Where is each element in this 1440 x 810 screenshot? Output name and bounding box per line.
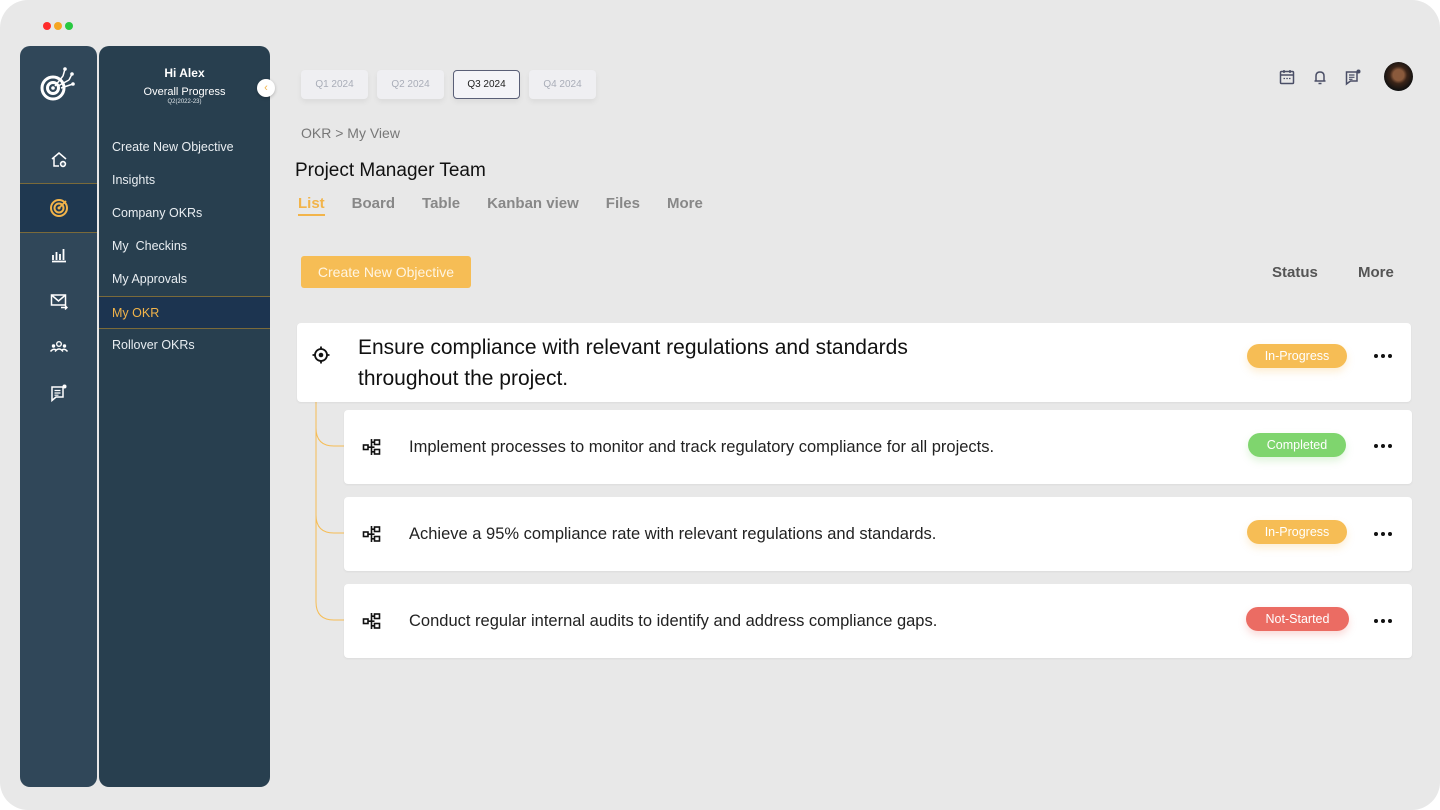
- page-title: Project Manager Team: [295, 160, 486, 181]
- tab-table[interactable]: Table: [422, 195, 460, 216]
- hierarchy-icon: [362, 526, 381, 542]
- objective-title-line-1: Ensure compliance with relevant regulati…: [358, 336, 908, 359]
- chat-notification-icon[interactable]: [1344, 68, 1362, 86]
- key-result-card[interactable]: Achieve a 95% compliance rate with relev…: [344, 497, 1412, 571]
- dot-icon: [1374, 619, 1378, 623]
- rail-item-team[interactable]: [20, 324, 97, 370]
- mail-forward-icon: [50, 294, 68, 310]
- user-avatar[interactable]: [1384, 62, 1413, 91]
- dot-icon: [1374, 532, 1378, 536]
- progress-period: Q2(2022-23): [167, 99, 202, 105]
- rail-item-okr[interactable]: [20, 183, 97, 233]
- objective-more-menu[interactable]: [1373, 346, 1393, 366]
- home-add-icon: [51, 152, 66, 168]
- window-controls: [43, 22, 73, 30]
- objective-title: Ensure compliance with relevant regulati…: [358, 332, 1058, 394]
- dot-icon: [1388, 532, 1392, 536]
- dot-icon: [1381, 354, 1385, 358]
- more-options-button[interactable]: More: [1358, 264, 1394, 281]
- close-window-button[interactable]: [43, 22, 51, 30]
- breadcrumb: OKR > My View: [301, 125, 400, 141]
- app-window: Hi Alex Overall Progress Q2(2022-23) Cre…: [0, 0, 1440, 810]
- collapse-sidebar-button[interactable]: ‹: [257, 79, 275, 97]
- menu-item-company-okrs[interactable]: Company OKRs: [99, 197, 270, 230]
- target-network-logo-icon: [40, 67, 75, 101]
- create-new-objective-button[interactable]: Create New Objective: [301, 256, 471, 288]
- target-icon: [49, 199, 68, 217]
- dot-icon: [1374, 444, 1378, 448]
- minimize-window-button[interactable]: [54, 22, 62, 30]
- dot-icon: [1388, 444, 1392, 448]
- quarter-tab-q3[interactable]: Q3 2024: [453, 70, 520, 99]
- key-result-title: Achieve a 95% compliance rate with relev…: [409, 525, 937, 543]
- user-progress-header: Hi Alex Overall Progress Q2(2022-23): [99, 66, 270, 105]
- icon-rail: [20, 46, 97, 787]
- key-result-title: Implement processes to monitor and track…: [409, 438, 995, 456]
- key-result-card[interactable]: Implement processes to monitor and track…: [344, 410, 1412, 484]
- status-badge[interactable]: Completed: [1248, 433, 1346, 457]
- view-tabs: List Board Table Kanban view Files More: [298, 195, 703, 216]
- rail-item-messages[interactable]: [20, 278, 97, 324]
- dot-icon: [1388, 619, 1392, 623]
- hierarchy-icon: [362, 613, 381, 629]
- dot-icon: [1381, 532, 1385, 536]
- status-badge[interactable]: In-Progress: [1247, 344, 1347, 368]
- status-badge[interactable]: In-Progress: [1247, 520, 1347, 544]
- menu-item-my-approvals[interactable]: My Approvals: [99, 263, 270, 296]
- objective-card[interactable]: Ensure compliance with relevant regulati…: [297, 323, 1411, 402]
- dot-icon: [1374, 354, 1378, 358]
- menu-item-insights[interactable]: Insights: [99, 164, 270, 197]
- menu-item-my-checkins[interactable]: My Checkins: [99, 230, 270, 263]
- status-filter-button[interactable]: Status: [1272, 264, 1318, 281]
- tab-board[interactable]: Board: [352, 195, 395, 216]
- dot-icon: [1381, 444, 1385, 448]
- chat-notification-icon: [50, 384, 66, 403]
- chevron-left-icon: ‹: [264, 82, 268, 94]
- menu-item-rollover-okrs[interactable]: Rollover OKRs: [99, 329, 270, 362]
- header-actions: [1278, 62, 1413, 91]
- quarter-tab-q1[interactable]: Q1 2024: [301, 70, 368, 99]
- rail-item-feedback[interactable]: [20, 370, 97, 416]
- okr-menu-panel: Hi Alex Overall Progress Q2(2022-23) Cre…: [99, 46, 270, 787]
- bar-chart-icon: [51, 249, 66, 263]
- bell-icon[interactable]: [1311, 68, 1329, 86]
- key-result-more-menu[interactable]: [1373, 524, 1393, 544]
- calendar-icon[interactable]: [1278, 68, 1296, 86]
- rail-item-analytics[interactable]: [20, 231, 97, 277]
- tab-list[interactable]: List: [298, 195, 325, 216]
- tab-more[interactable]: More: [667, 195, 703, 216]
- tab-kanban-view[interactable]: Kanban view: [487, 195, 579, 216]
- key-result-card[interactable]: Conduct regular internal audits to ident…: [344, 584, 1412, 658]
- maximize-window-button[interactable]: [65, 22, 73, 30]
- dot-icon: [1388, 354, 1392, 358]
- objective-title-line-2: throughout the project.: [358, 367, 569, 390]
- quarter-tab-q2[interactable]: Q2 2024: [377, 70, 444, 99]
- menu-item-create-objective[interactable]: Create New Objective: [99, 131, 270, 164]
- menu-list: Create New Objective Insights Company OK…: [99, 131, 270, 362]
- team-icon: [49, 340, 68, 353]
- key-result-more-menu[interactable]: [1373, 436, 1393, 456]
- greeting: Hi Alex: [164, 66, 205, 80]
- key-result-title: Conduct regular internal audits to ident…: [409, 612, 938, 630]
- status-badge[interactable]: Not-Started: [1246, 607, 1349, 631]
- dot-icon: [1381, 619, 1385, 623]
- rail-item-home[interactable]: [20, 137, 97, 183]
- tab-files[interactable]: Files: [606, 195, 640, 216]
- overall-progress-label: Overall Progress: [143, 86, 226, 98]
- hierarchy-icon: [362, 439, 381, 455]
- quarter-tab-q4[interactable]: Q4 2024: [529, 70, 596, 99]
- crosshair-target-icon: [312, 346, 330, 364]
- menu-item-my-okr[interactable]: My OKR: [99, 296, 270, 329]
- key-result-more-menu[interactable]: [1373, 611, 1393, 631]
- quarter-tabs: Q1 2024 Q2 2024 Q3 2024 Q4 2024: [301, 70, 596, 99]
